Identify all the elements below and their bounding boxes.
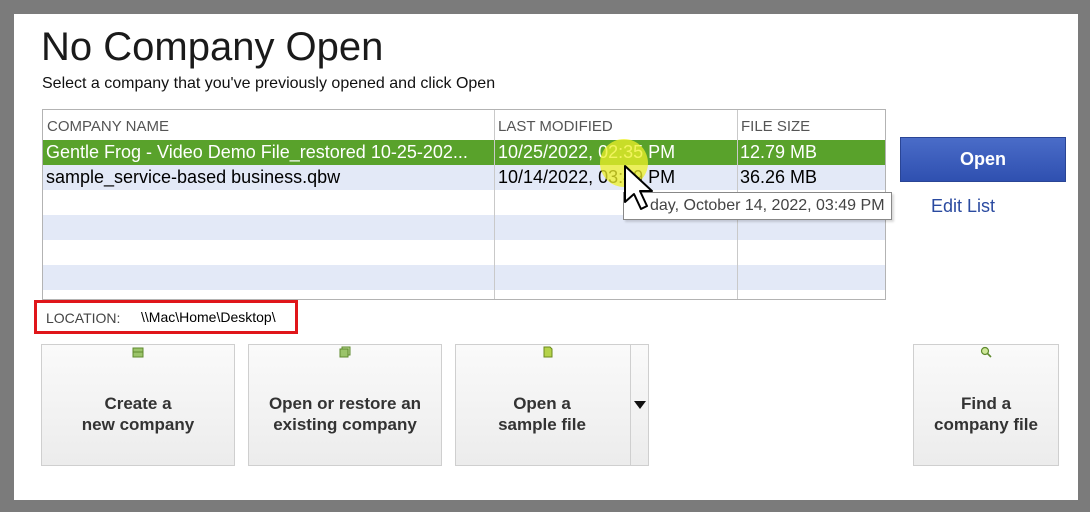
file-cabinet-icon — [132, 347, 144, 358]
file-size-cell: 36.26 MB — [740, 167, 818, 187]
edit-list-link[interactable]: Edit List — [931, 196, 995, 217]
create-new-company-label: Create a new company — [81, 394, 195, 434]
empty-row — [43, 265, 885, 290]
table-row[interactable]: sample_service-based business.qbw 10/14/… — [43, 165, 885, 190]
location-label: LOCATION: — [46, 310, 121, 326]
page-subtitle: Select a company that you've previously … — [42, 75, 496, 92]
company-name-cell: sample_service-based business.qbw — [46, 167, 341, 187]
tooltip: day, October 14, 2022, 03:49 PM — [623, 192, 892, 220]
no-company-open-window: No Company Open Select a company that yo… — [14, 14, 1078, 500]
table-row[interactable]: Gentle Frog - Video Demo File_restored 1… — [43, 140, 885, 165]
column-divider — [494, 110, 495, 299]
last-modified-cell: 10/25/2022, 02:35 PM — [498, 142, 676, 162]
column-header-file-size[interactable]: FILE SIZE — [741, 118, 810, 135]
empty-row — [43, 240, 885, 265]
dropdown-arrow-icon — [634, 401, 646, 409]
column-header-last-modified[interactable]: LAST MODIFIED — [498, 118, 613, 135]
company-name-cell: Gentle Frog - Video Demo File_restored 1… — [46, 142, 468, 162]
open-sample-file-label: Open a sample file — [498, 394, 586, 434]
mouse-pointer-icon — [624, 165, 653, 210]
magnifier-icon — [980, 346, 992, 358]
sample-file-dropdown[interactable] — [631, 345, 648, 465]
create-new-company-button[interactable]: Create a new company — [41, 344, 235, 466]
column-header-company-name[interactable]: COMPANY NAME — [47, 118, 169, 135]
document-icon — [543, 346, 553, 358]
open-button[interactable]: Open — [900, 137, 1066, 182]
file-size-cell: 12.79 MB — [740, 142, 818, 162]
open-restore-company-label: Open or restore an existing company — [268, 394, 422, 434]
location-path: \\Mac\Home\Desktop\ — [141, 309, 276, 325]
find-company-file-button[interactable]: Find a company file — [913, 344, 1059, 466]
location-box: LOCATION: \\Mac\Home\Desktop\ — [34, 300, 298, 334]
open-restore-company-button[interactable]: Open or restore an existing company — [248, 344, 442, 466]
page-title: No Company Open — [41, 25, 384, 69]
find-company-file-label: Find a company file — [934, 394, 1038, 434]
open-sample-file-button[interactable]: Open a sample file — [455, 344, 649, 466]
folder-stack-icon — [339, 346, 351, 358]
table-header: COMPANY NAME LAST MODIFIED FILE SIZE — [43, 110, 885, 140]
